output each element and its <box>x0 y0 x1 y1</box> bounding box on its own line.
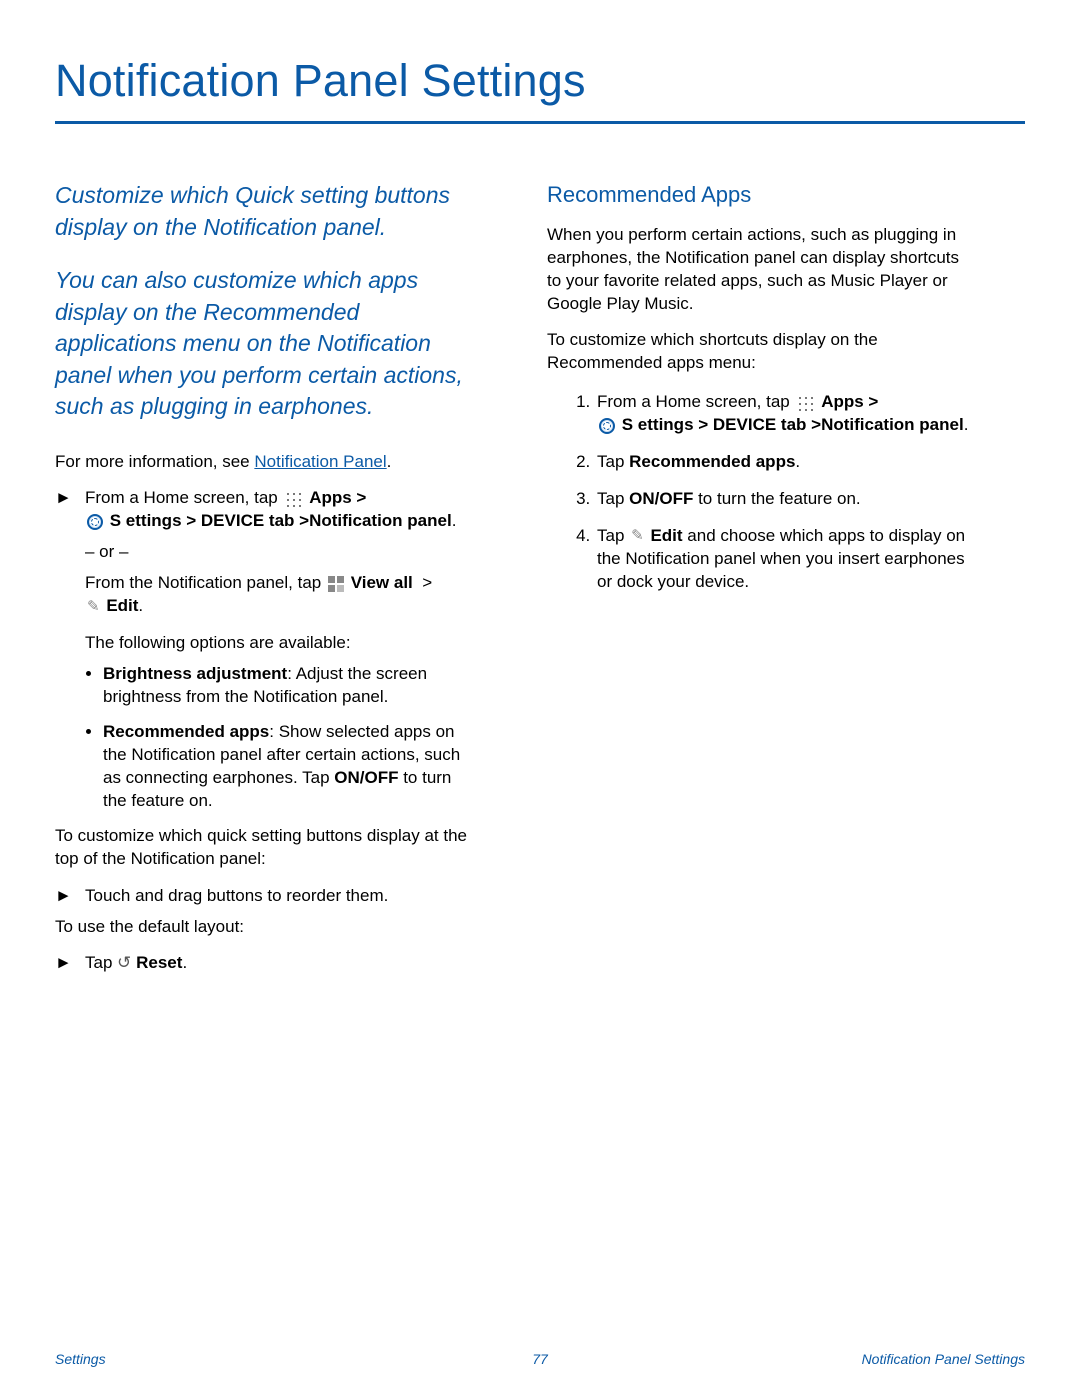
drag-text: Touch and drag buttons to reorder them. <box>85 885 485 908</box>
rec-para-2: To customize which shortcuts display on … <box>547 329 977 375</box>
footer-right: Notification Panel Settings <box>862 1351 1025 1367</box>
triangle-bullet-icon: ► <box>55 487 75 533</box>
default-layout-para: To use the default layout: <box>55 916 485 939</box>
from-home-prefix: From a Home screen, tap <box>85 488 282 507</box>
recommended-apps-heading: Recommended Apps <box>547 180 977 210</box>
settings-label: S ettings <box>110 511 182 530</box>
li3b: to turn the feature on. <box>693 489 860 508</box>
apps-grid-icon <box>284 490 302 508</box>
edit-label-2: Edit <box>650 526 682 545</box>
page-title: Notification Panel Settings <box>55 55 1025 107</box>
apps-grid-icon-2 <box>796 394 814 412</box>
view-all-label: View all <box>351 573 413 592</box>
footer-left: Settings <box>55 1351 106 1367</box>
li2b: Recommended apps <box>629 452 795 471</box>
options-intro: The following options are available: <box>85 632 485 655</box>
page-footer: Settings 77 Notification Panel Settings <box>0 1351 1080 1367</box>
period5: . <box>964 415 969 434</box>
or-separator: – or – <box>85 541 485 564</box>
li2a: Tap <box>597 452 629 471</box>
step-from-home: ► From a Home screen, tap Apps > S ettin… <box>55 487 485 533</box>
view-all-grid-icon <box>328 576 344 592</box>
opt2-label: Recommended apps <box>103 722 269 741</box>
triangle-bullet-icon-2: ► <box>55 885 75 908</box>
rec-para-1: When you perform certain actions, such a… <box>547 224 977 316</box>
edit-label: Edit <box>106 596 138 615</box>
reset-arrow-icon: ↻ <box>117 952 131 975</box>
rec-step-4: Tap ✎ Edit and choose which apps to disp… <box>595 525 977 594</box>
li3a: Tap <box>597 489 629 508</box>
period3: . <box>138 596 143 615</box>
content-columns: Customize which Quick setting buttons di… <box>55 180 1025 983</box>
recommended-steps: From a Home screen, tap Apps > S ettings… <box>595 391 977 594</box>
gt2: > <box>413 573 432 592</box>
options-list: Brightness adjustment: Adjust the screen… <box>103 663 485 813</box>
rec-step-2: Tap Recommended apps. <box>595 451 977 474</box>
from-panel-prefix: From the Notification panel, tap <box>85 573 326 592</box>
period: . <box>387 452 392 471</box>
apps-label: Apps <box>309 488 352 507</box>
device-tab-path: > DEVICE tab >Notification panel <box>182 511 452 530</box>
title-rule <box>55 121 1025 124</box>
edit-pencil-icon: ✎ <box>87 597 100 617</box>
onoff-1: ON/OFF <box>334 768 398 787</box>
step-from-panel: From the Notification panel, tap View al… <box>85 572 485 618</box>
option-recommended-apps: Recommended apps: Show selected apps on … <box>103 721 485 813</box>
tap-prefix: Tap <box>85 953 117 972</box>
more-info-line: For more information, see Notification P… <box>55 451 485 474</box>
notification-panel-link[interactable]: Notification Panel <box>254 452 386 471</box>
column-right: Recommended Apps When you perform certai… <box>547 180 977 983</box>
settings-gear-icon <box>87 514 103 530</box>
period6: . <box>795 452 800 471</box>
intro-para-2: You can also customize which apps displa… <box>55 265 485 423</box>
settings-gear-icon-2 <box>599 418 615 434</box>
onoff-2: ON/OFF <box>629 489 693 508</box>
device-tab-path-2: > DEVICE tab >Notification panel <box>694 415 964 434</box>
rec-step-3: Tap ON/OFF to turn the feature on. <box>595 488 977 511</box>
gt3: > <box>864 392 879 411</box>
reset-label: Reset <box>136 953 182 972</box>
gt1: > <box>352 488 367 507</box>
rec1-prefix: From a Home screen, tap <box>597 392 794 411</box>
triangle-bullet-icon-3: ► <box>55 952 75 975</box>
more-info-prefix: For more information, see <box>55 452 254 471</box>
step-reset: ► Tap ↻ Reset. <box>55 952 485 975</box>
step-drag: ► Touch and drag buttons to reorder them… <box>55 885 485 908</box>
period2: . <box>452 511 457 530</box>
column-left: Customize which Quick setting buttons di… <box>55 180 485 983</box>
li4a: Tap <box>597 526 629 545</box>
opt1-label: Brightness adjustment <box>103 664 287 683</box>
customize-quick-para: To customize which quick setting buttons… <box>55 825 485 871</box>
intro-para-1: Customize which Quick setting buttons di… <box>55 180 485 243</box>
option-brightness: Brightness adjustment: Adjust the screen… <box>103 663 485 709</box>
rec-step-1: From a Home screen, tap Apps > S ettings… <box>595 391 977 437</box>
footer-page-number: 77 <box>532 1351 548 1367</box>
apps-label-2: Apps <box>821 392 864 411</box>
period4: . <box>182 953 187 972</box>
settings-label-2: S ettings <box>622 415 694 434</box>
edit-pencil-icon-2: ✎ <box>631 526 644 546</box>
